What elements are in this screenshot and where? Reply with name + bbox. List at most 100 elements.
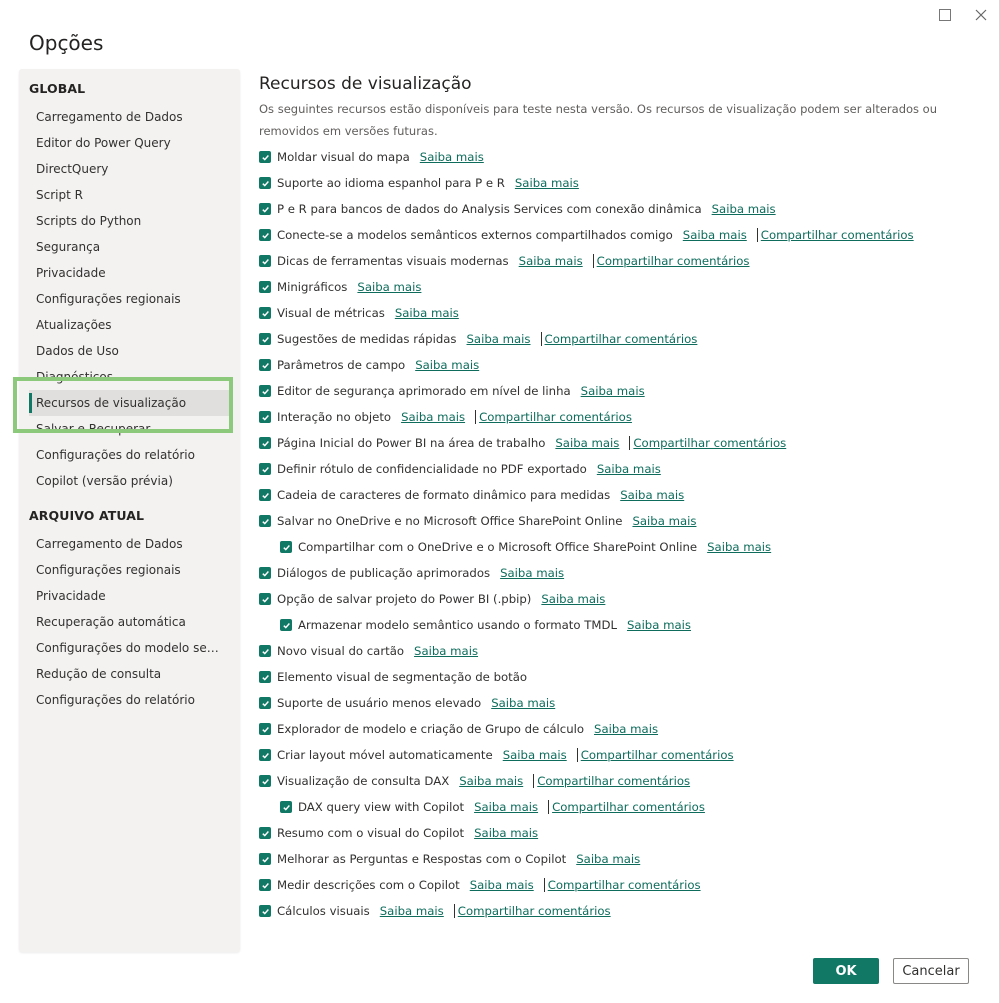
feature-label[interactable]: Opção de salvar projeto do Power BI (.pb… (277, 592, 531, 606)
feature-label[interactable]: Melhorar as Perguntas e Respostas com o … (277, 852, 566, 866)
feature-label[interactable]: Interação no objeto (277, 410, 391, 424)
learn-more-link[interactable]: Saiba mais (415, 358, 479, 372)
share-feedback-link[interactable]: Compartilhar comentários (537, 774, 690, 788)
feature-label[interactable]: Salvar no OneDrive e no Microsoft Office… (277, 514, 622, 528)
learn-more-link[interactable]: Saiba mais (500, 566, 564, 580)
learn-more-link[interactable]: Saiba mais (395, 306, 459, 320)
sidebar-item-recuperacao-automatica[interactable]: Recuperação automática (29, 609, 230, 635)
feature-checkbox[interactable] (259, 463, 271, 475)
feature-label[interactable]: Sugestões de medidas rápidas (277, 332, 457, 346)
feature-label[interactable]: Definir rótulo de confidencialidade no P… (277, 462, 587, 476)
feature-checkbox[interactable] (259, 411, 271, 423)
cancel-button[interactable]: Cancelar (893, 958, 969, 984)
share-feedback-link[interactable]: Compartilhar comentários (552, 800, 705, 814)
feature-checkbox[interactable] (259, 645, 271, 657)
sidebar-item-privacidade[interactable]: Privacidade (29, 260, 230, 286)
feature-checkbox[interactable] (259, 723, 271, 735)
feature-checkbox[interactable] (259, 203, 271, 215)
learn-more-link[interactable]: Saiba mais (627, 618, 691, 632)
feature-label[interactable]: Moldar visual do mapa (277, 150, 410, 164)
sidebar-item-copilot-versao-previa[interactable]: Copilot (versão prévia) (29, 468, 230, 494)
sidebar-item-reducao-de-consulta[interactable]: Redução de consulta (29, 661, 230, 687)
feature-label[interactable]: Suporte ao idioma espanhol para P e R (277, 176, 505, 190)
sidebar-item-privacidade[interactable]: Privacidade (29, 583, 230, 609)
feature-label[interactable]: Visualização de consulta DAX (277, 774, 449, 788)
feature-label[interactable]: Diálogos de publicação aprimorados (277, 566, 490, 580)
feature-label[interactable]: Novo visual do cartão (277, 644, 404, 658)
learn-more-link[interactable]: Saiba mais (707, 540, 771, 554)
share-feedback-link[interactable]: Compartilhar comentários (581, 748, 734, 762)
feature-checkbox[interactable] (280, 619, 292, 631)
feature-checkbox[interactable] (259, 879, 271, 891)
maximize-button[interactable] (934, 4, 956, 26)
learn-more-link[interactable]: Saiba mais (420, 150, 484, 164)
learn-more-link[interactable]: Saiba mais (414, 644, 478, 658)
feature-label[interactable]: Visual de métricas (277, 306, 385, 320)
feature-checkbox[interactable] (259, 853, 271, 865)
learn-more-link[interactable]: Saiba mais (555, 436, 619, 450)
sidebar-item-configuracoes-do-relatorio[interactable]: Configurações do relatório (29, 442, 230, 468)
learn-more-link[interactable]: Saiba mais (503, 748, 567, 762)
share-feedback-link[interactable]: Compartilhar comentários (633, 436, 786, 450)
feature-label[interactable]: Criar layout móvel automaticamente (277, 748, 493, 762)
sidebar-item-configuracoes-do-modelo-seman[interactable]: Configurações do modelo semân... (29, 635, 230, 661)
feature-checkbox[interactable] (259, 775, 271, 787)
feature-label[interactable]: Elemento visual de segmentação de botão (277, 670, 527, 684)
learn-more-link[interactable]: Saiba mais (357, 280, 421, 294)
learn-more-link[interactable]: Saiba mais (581, 384, 645, 398)
sidebar-item-directquery[interactable]: DirectQuery (29, 156, 230, 182)
feature-label[interactable]: Suporte de usuário menos elevado (277, 696, 481, 710)
sidebar-item-carregamento-de-dados[interactable]: Carregamento de Dados (29, 531, 230, 557)
feature-checkbox[interactable] (259, 333, 271, 345)
learn-more-link[interactable]: Saiba mais (683, 228, 747, 242)
sidebar-item-scripts-do-python[interactable]: Scripts do Python (29, 208, 230, 234)
feature-label[interactable]: Armazenar modelo semântico usando o form… (298, 618, 617, 632)
learn-more-link[interactable]: Saiba mais (541, 592, 605, 606)
feature-label[interactable]: P e R para bancos de dados do Analysis S… (277, 202, 702, 216)
feature-label[interactable]: Minigráficos (277, 280, 347, 294)
learn-more-link[interactable]: Saiba mais (474, 800, 538, 814)
share-feedback-link[interactable]: Compartilhar comentários (479, 410, 632, 424)
feature-checkbox[interactable] (280, 801, 292, 813)
feature-label[interactable]: Página Inicial do Power BI na área de tr… (277, 436, 545, 450)
feature-label[interactable]: Parâmetros de campo (277, 358, 405, 372)
feature-checkbox[interactable] (259, 151, 271, 163)
feature-checkbox[interactable] (259, 359, 271, 371)
learn-more-link[interactable]: Saiba mais (401, 410, 465, 424)
sidebar-item-dados-de-uso[interactable]: Dados de Uso (29, 338, 230, 364)
feature-checkbox[interactable] (259, 567, 271, 579)
feature-label[interactable]: DAX query view with Copilot (298, 800, 464, 814)
learn-more-link[interactable]: Saiba mais (467, 332, 531, 346)
ok-button[interactable]: OK (813, 958, 879, 984)
learn-more-link[interactable]: Saiba mais (620, 488, 684, 502)
feature-label[interactable]: Conecte-se a modelos semânticos externos… (277, 228, 673, 242)
sidebar-item-editor-do-power-query[interactable]: Editor do Power Query (29, 130, 230, 156)
feature-checkbox[interactable] (259, 385, 271, 397)
feature-checkbox[interactable] (259, 229, 271, 241)
learn-more-link[interactable]: Saiba mais (470, 878, 534, 892)
sidebar-item-seguranca[interactable]: Segurança (29, 234, 230, 260)
feature-label[interactable]: Dicas de ferramentas visuais modernas (277, 254, 509, 268)
learn-more-link[interactable]: Saiba mais (515, 176, 579, 190)
share-feedback-link[interactable]: Compartilhar comentários (545, 332, 698, 346)
sidebar-item-carregamento-de-dados[interactable]: Carregamento de Dados (29, 104, 230, 130)
feature-checkbox[interactable] (259, 671, 271, 683)
learn-more-link[interactable]: Saiba mais (459, 774, 523, 788)
learn-more-link[interactable]: Saiba mais (474, 826, 538, 840)
feature-checkbox[interactable] (259, 593, 271, 605)
feature-label[interactable]: Resumo com o visual do Copilot (277, 826, 464, 840)
learn-more-link[interactable]: Saiba mais (491, 696, 555, 710)
share-feedback-link[interactable]: Compartilhar comentários (458, 904, 611, 918)
feature-checkbox[interactable] (259, 515, 271, 527)
sidebar-item-atualizacoes[interactable]: Atualizações (29, 312, 230, 338)
feature-label[interactable]: Explorador de modelo e criação de Grupo … (277, 722, 584, 736)
sidebar-item-configuracoes-regionais[interactable]: Configurações regionais (29, 286, 230, 312)
feature-label[interactable]: Compartilhar com o OneDrive e o Microsof… (298, 540, 697, 554)
feature-checkbox[interactable] (280, 541, 292, 553)
learn-more-link[interactable]: Saiba mais (380, 904, 444, 918)
feature-checkbox[interactable] (259, 749, 271, 761)
feature-checkbox[interactable] (259, 177, 271, 189)
learn-more-link[interactable]: Saiba mais (576, 852, 640, 866)
learn-more-link[interactable]: Saiba mais (594, 722, 658, 736)
feature-checkbox[interactable] (259, 281, 271, 293)
